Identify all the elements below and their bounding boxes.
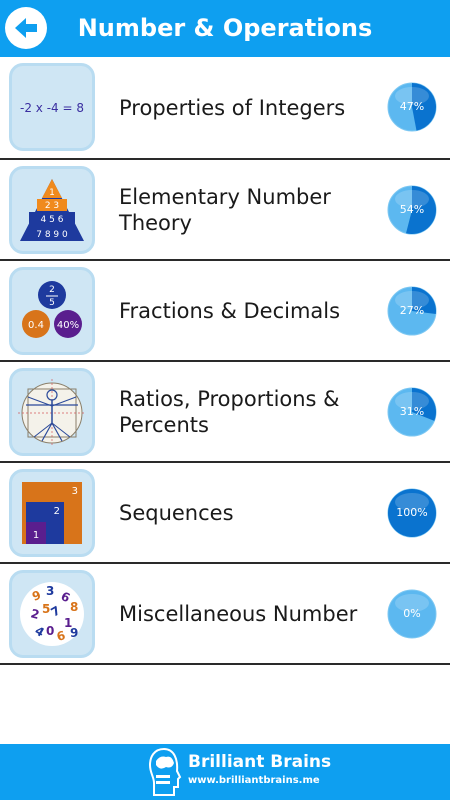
topic-row-sequences[interactable]: 3 2 1 Sequences 100% xyxy=(0,463,450,564)
fraction-circles-icon: 2 5 0.4 40% xyxy=(9,267,95,355)
fraction-denominator: 5 xyxy=(49,298,55,308)
icon-equation-text: -2 x -4 = 8 xyxy=(20,101,84,115)
progress-percent: 100% xyxy=(396,506,428,519)
pyramid-row-4: 7 8 9 0 xyxy=(36,230,68,240)
topic-row-miscellaneous-number[interactable]: 9 3 6 8 2 5 7 1 4 0 6 9 Miscellaneous Nu… xyxy=(0,564,450,665)
topic-label: Elementary Number Theory xyxy=(119,184,331,235)
progress-indicator: 100% xyxy=(387,488,437,538)
topic-label: Fractions & Decimals xyxy=(119,298,341,323)
progress-percent: 54% xyxy=(399,203,425,216)
integer-equation-icon: -2 x -4 = 8 xyxy=(9,63,95,151)
percent-text: 40% xyxy=(57,320,79,331)
back-arrow-icon xyxy=(15,18,37,38)
topic-label: Miscellaneous Number xyxy=(119,601,358,626)
square-2-label: 2 xyxy=(54,506,60,517)
topic-row-fractions-decimals[interactable]: 2 5 0.4 40% Fractions & Decimals 27% xyxy=(0,261,450,362)
app-header: Number & Operations xyxy=(0,0,450,57)
brain-head-icon xyxy=(148,747,182,796)
progress-percent: 0% xyxy=(403,607,421,620)
back-button[interactable] xyxy=(5,7,47,49)
topic-row-elementary-number-theory[interactable]: 1 2 3 4 5 6 7 8 9 0 Elementary Number Th… xyxy=(0,160,450,261)
progress-percent: 47% xyxy=(399,100,425,113)
topic-row-ratios-proportions-percents[interactable]: Ratios, Proportions & Percents 31% xyxy=(0,362,450,463)
svg-text:3: 3 xyxy=(46,584,54,598)
progress-percent: 27% xyxy=(399,304,425,317)
decimal-text: 0.4 xyxy=(28,320,44,331)
square-1-label: 1 xyxy=(33,530,39,541)
progress-percent: 31% xyxy=(399,405,425,418)
topic-list: -2 x -4 = 8 Properties of Integers 47% 1… xyxy=(0,57,450,665)
svg-text:0: 0 xyxy=(46,624,54,638)
svg-text:8: 8 xyxy=(70,600,78,614)
page-title: Number & Operations xyxy=(77,14,373,42)
vitruvian-man-icon xyxy=(9,368,95,456)
progress-indicator: 54% xyxy=(387,185,437,235)
number-jumble-icon: 9 3 6 8 2 5 7 1 4 0 6 9 xyxy=(9,570,95,658)
pyramid-row-3: 4 5 6 xyxy=(41,215,64,225)
progress-indicator: 47% xyxy=(387,82,437,132)
topic-label: Ratios, Proportions & Percents xyxy=(119,386,340,437)
fraction-numerator: 2 xyxy=(49,285,55,295)
pyramid-row-1: 1 xyxy=(49,188,55,198)
square-3-label: 3 xyxy=(72,486,78,497)
svg-text:9: 9 xyxy=(70,626,78,640)
number-pyramid-icon: 1 2 3 4 5 6 7 8 9 0 xyxy=(9,166,95,254)
progress-indicator: 0% xyxy=(387,589,437,639)
brand-name: Brilliant Brains xyxy=(188,752,332,772)
topic-label: Sequences xyxy=(119,500,234,525)
nested-squares-icon: 3 2 1 xyxy=(9,469,95,557)
topic-label: Properties of Integers xyxy=(119,95,346,120)
progress-indicator: 31% xyxy=(387,387,437,437)
progress-indicator: 27% xyxy=(387,286,437,336)
brand-url[interactable]: www.brilliantbrains.me xyxy=(188,775,320,786)
app-footer: Brilliant Brains www.brilliantbrains.me xyxy=(0,744,450,800)
pyramid-row-2: 2 3 xyxy=(45,201,59,211)
topic-row-properties-of-integers[interactable]: -2 x -4 = 8 Properties of Integers 47% xyxy=(0,57,450,160)
